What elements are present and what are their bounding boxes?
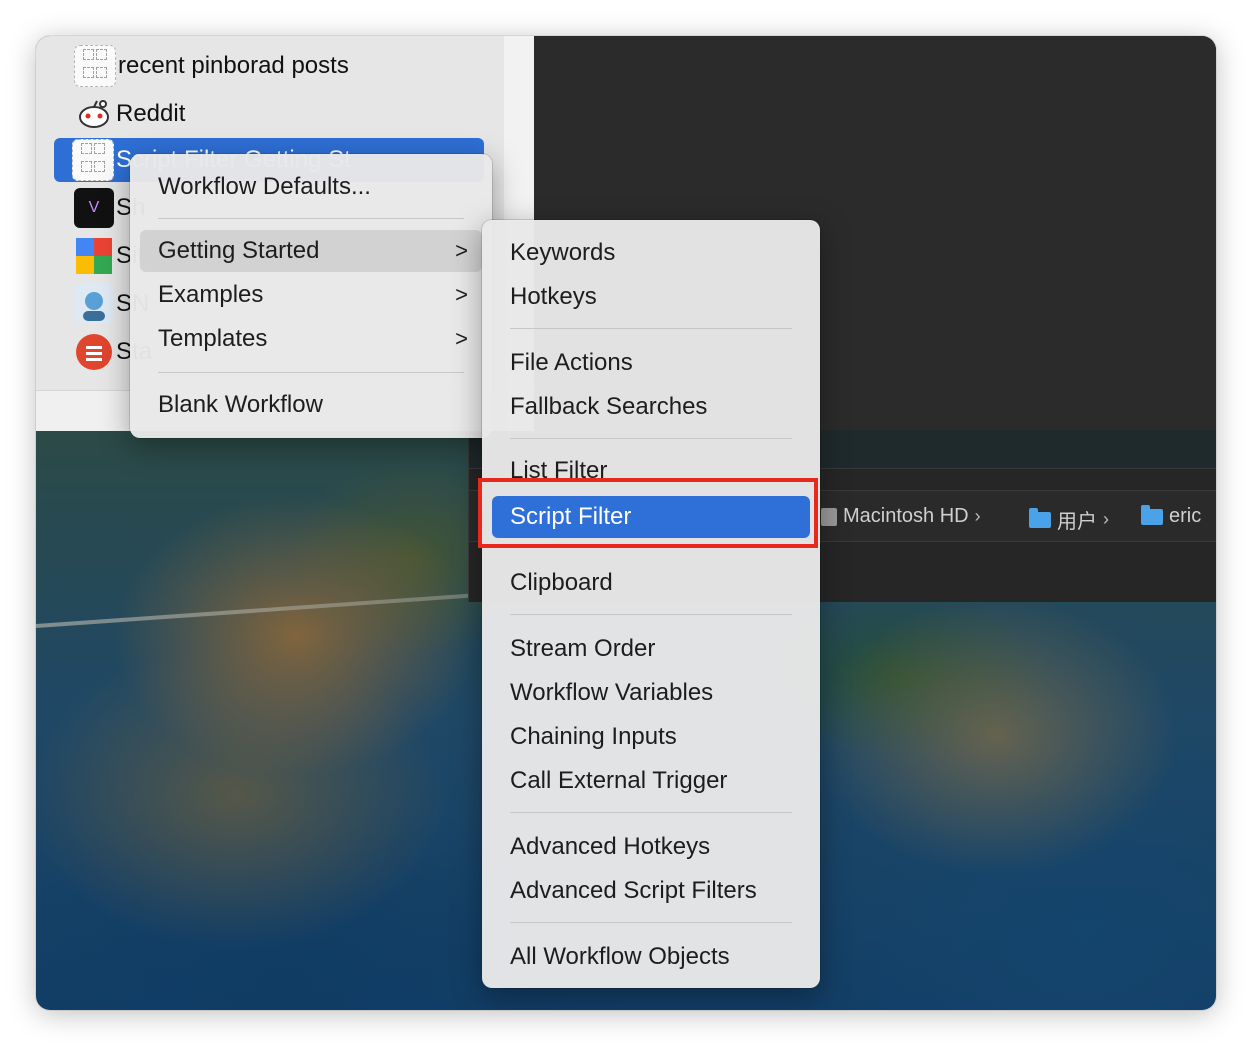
path-folder-home-label: eric xyxy=(1169,505,1202,527)
menu-separator xyxy=(510,922,792,923)
path-separator: › xyxy=(974,506,981,526)
workflow-row-label: recent pinborad posts xyxy=(118,52,349,79)
path-disk[interactable]: Macintosh HD › xyxy=(821,505,981,528)
menu-item-label: Templates xyxy=(158,325,268,352)
folder-icon xyxy=(1141,504,1163,525)
reddit-icon xyxy=(74,94,114,134)
menu-item-label: Workflow Variables xyxy=(510,679,714,706)
menu-item-label: Workflow Defaults... xyxy=(158,173,371,200)
submenu-item-hotkeys[interactable]: Hotkeys xyxy=(492,276,810,318)
chevron-right-icon: > xyxy=(455,238,468,263)
menu-separator xyxy=(510,812,792,813)
workflow-row-label: Reddit xyxy=(116,100,186,127)
menu-item-label: File Actions xyxy=(510,349,633,376)
menu-item-getting-started[interactable]: Getting Started > xyxy=(140,230,482,272)
menu-item-label: Fallback Searches xyxy=(510,393,708,420)
workflow-row-pinboard[interactable]: recent pinborad posts xyxy=(56,44,484,88)
menu-separator xyxy=(158,218,464,219)
path-folder-users-label: 用户 xyxy=(1057,511,1097,533)
submenu-item-workflow-variables[interactable]: Workflow Variables xyxy=(492,672,810,714)
menu-item-label: Blank Workflow xyxy=(158,391,323,418)
menu-item-label: Clipboard xyxy=(510,569,613,596)
menu-item-label: Chaining Inputs xyxy=(510,723,677,750)
path-folder-users[interactable]: 用户 › xyxy=(1029,505,1109,534)
menu-item-workflow-defaults[interactable]: Workflow Defaults... xyxy=(140,166,482,208)
submenu-item-chaining-inputs[interactable]: Chaining Inputs xyxy=(492,716,810,758)
menu-item-label: All Workflow Objects xyxy=(510,943,730,970)
path-separator: › xyxy=(1103,509,1109,529)
avatar-icon xyxy=(74,284,114,324)
submenu-item-fallback-searches[interactable]: Fallback Searches xyxy=(492,386,810,428)
menu-item-label: Stream Order xyxy=(510,635,656,662)
menu-item-label: Keywords xyxy=(510,239,616,266)
workflow-placeholder-icon xyxy=(74,45,116,87)
menu-item-label: Getting Started xyxy=(158,237,320,264)
workflow-row-reddit[interactable]: Reddit xyxy=(56,92,484,136)
submenu-item-all-workflow-objects[interactable]: All Workflow Objects xyxy=(492,936,810,978)
menu-item-examples[interactable]: Examples > xyxy=(140,274,482,316)
submenu-item-stream-order[interactable]: Stream Order xyxy=(492,628,810,670)
chevron-right-icon: > xyxy=(455,282,468,307)
menu-item-templates[interactable]: Templates > xyxy=(140,318,482,360)
submenu-item-advanced-script-filters[interactable]: Advanced Script Filters xyxy=(492,870,810,912)
submenu-item-advanced-hotkeys[interactable]: Advanced Hotkeys xyxy=(492,826,810,868)
menu-item-blank-workflow[interactable]: Blank Workflow xyxy=(140,384,482,426)
menu-item-label: Advanced Hotkeys xyxy=(510,833,711,860)
annotation-highlight-box xyxy=(478,478,818,548)
path-folder-home[interactable]: eric xyxy=(1141,504,1202,528)
stack-icon xyxy=(74,332,114,372)
google-icon xyxy=(74,236,114,276)
add-workflow-menu: Workflow Defaults... Getting Started > E… xyxy=(130,154,492,438)
vsh-icon: V xyxy=(74,188,114,228)
path-disk-label: Macintosh HD xyxy=(843,505,969,527)
submenu-item-clipboard[interactable]: Clipboard xyxy=(492,562,810,604)
menu-item-label: Advanced Script Filters xyxy=(510,877,757,904)
submenu-item-call-external-trigger[interactable]: Call External Trigger xyxy=(492,760,810,802)
menu-item-label: Call External Trigger xyxy=(510,767,728,794)
workflow-placeholder-icon xyxy=(72,139,114,181)
menu-item-label: Hotkeys xyxy=(510,283,597,310)
menu-item-label: Examples xyxy=(158,281,264,308)
chevron-right-icon: > xyxy=(455,326,468,351)
disk-icon xyxy=(821,507,837,526)
screenshot-frame: Macintosh HD › 用户 › eric recent pinborad… xyxy=(36,36,1216,1010)
menu-separator xyxy=(510,614,792,615)
getting-started-submenu: Keywords Hotkeys File Actions Fallback S… xyxy=(482,220,820,988)
menu-separator xyxy=(158,372,464,373)
folder-icon xyxy=(1029,507,1051,528)
submenu-item-file-actions[interactable]: File Actions xyxy=(492,342,810,384)
menu-separator xyxy=(510,438,792,439)
submenu-item-keywords[interactable]: Keywords xyxy=(492,232,810,274)
menu-separator xyxy=(510,328,792,329)
